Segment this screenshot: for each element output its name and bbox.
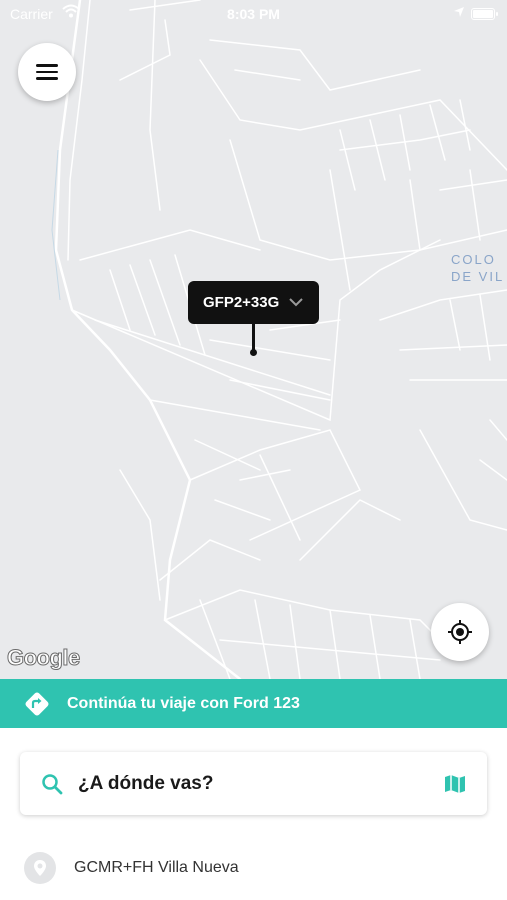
plus-code-label: GFP2+33G (203, 294, 280, 311)
status-bar: Carrier 8:03 PM (0, 0, 507, 28)
hamburger-icon (36, 60, 58, 84)
google-attribution: Google (7, 645, 81, 671)
menu-button[interactable] (18, 43, 76, 101)
map-area-label: COLO DE VIL (451, 251, 504, 285)
crosshair-icon (448, 620, 472, 644)
map-area-label-line2: DE VIL (451, 269, 505, 284)
chevron-down-icon (289, 294, 304, 312)
map-icon[interactable] (443, 772, 467, 796)
map-pin-dot (250, 349, 257, 356)
search-icon (42, 773, 63, 794)
destination-prompt: ¿A dónde vas? (78, 772, 214, 794)
continue-trip-text: Continúa tu viaje con Ford 123 (67, 694, 300, 712)
battery-icon (471, 8, 498, 20)
recent-place-item[interactable]: GCMR+FH Villa Nueva (0, 838, 507, 898)
map-pin-stem (252, 324, 255, 352)
map-area-label-line1: COLO (451, 252, 496, 267)
destination-search[interactable]: ¿A dónde vas? (20, 752, 487, 815)
location-arrow-icon (453, 5, 465, 21)
recent-place-label: GCMR+FH Villa Nueva (74, 859, 239, 876)
continue-trip-banner[interactable]: Continúa tu viaje con Ford 123 (0, 679, 507, 728)
pin-tooltip[interactable]: GFP2+33G (188, 281, 319, 324)
location-pin-icon (24, 852, 56, 884)
status-time: 8:03 PM (227, 6, 280, 22)
directions-icon (23, 690, 51, 718)
my-location-button[interactable] (431, 603, 489, 661)
map-view[interactable]: COLO DE VIL GFP2+33G Google (0, 0, 507, 679)
